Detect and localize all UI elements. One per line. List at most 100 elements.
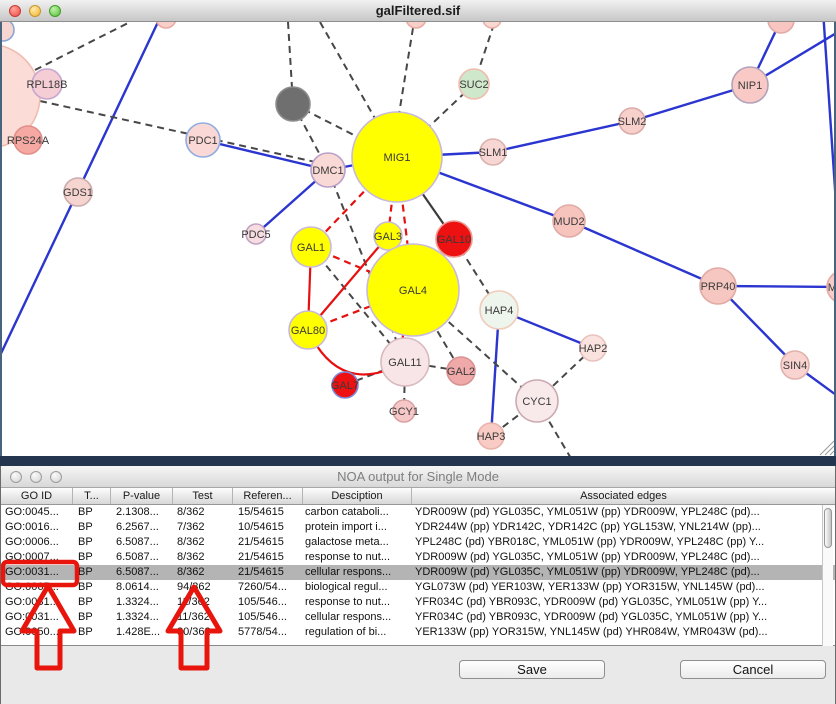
network-graph[interactable]: RPL18BRPS24AGDS1PDC1SUC2MIG1SLM1DMC1PDC5… [2, 22, 834, 456]
cell-reference: 21/54615 [233, 535, 303, 550]
table-row[interactable]: GO:0050...BP1.428E...80/3625778/54...reg… [1, 625, 835, 640]
node-label-SIN4: SIN4 [783, 360, 807, 372]
cell-go_id: GO:0031... [1, 610, 73, 625]
noa-window: NOA output for Single Mode GO IDT...P-va… [0, 466, 836, 704]
network-window-titlebar: galFiltered.sif [0, 0, 836, 22]
cell-p_value: 6.2567... [111, 520, 173, 535]
cell-go_id: GO:0065... [1, 580, 73, 595]
column-header-test[interactable]: Test [173, 488, 233, 504]
column-header-go_id[interactable]: GO ID [1, 488, 73, 504]
node-top-pink-3[interactable] [483, 22, 501, 28]
scrollbar-thumb[interactable] [824, 508, 832, 548]
resize-grip[interactable] [830, 451, 834, 455]
node-label-GAL80: GAL80 [291, 325, 325, 337]
node-label-HAP4: HAP4 [485, 305, 514, 317]
cell-p_value: 6.5087... [111, 565, 173, 580]
cell-edges: YDR009W (pd) YGL035C, YML051W (pp) YDR00… [412, 565, 835, 580]
table-row[interactable]: GO:0031...BP1.3324...11/362105/546...cel… [1, 610, 835, 625]
cell-edges: YDR009W (pd) YGL035C, YML051W (pp) YDR00… [412, 505, 835, 520]
cell-p_value: 1.3324... [111, 595, 173, 610]
cell-test: 8/362 [173, 550, 233, 565]
cell-p_value: 8.0614... [111, 580, 173, 595]
cell-go_id: GO:0050... [1, 625, 73, 640]
cell-reference: 5778/54... [233, 625, 303, 640]
cell-test: 8/362 [173, 535, 233, 550]
node-corner-node[interactable] [2, 22, 14, 41]
table-row[interactable]: GO:0031...BP1.3324...11/362105/546...res… [1, 595, 835, 610]
network-window-bottom-border [0, 456, 836, 466]
network-canvas[interactable]: RPL18BRPS24AGDS1PDC1SUC2MIG1SLM1DMC1PDC5… [0, 22, 836, 456]
cell-description: cellular respons... [303, 565, 412, 580]
edge-blue [203, 140, 328, 170]
cell-test: 11/362 [173, 610, 233, 625]
node-label-CYC1: CYC1 [522, 396, 551, 408]
node-label-GAL10: GAL10 [437, 234, 471, 246]
resize-grip[interactable] [825, 446, 834, 455]
edge-blue [569, 221, 718, 286]
cell-type: BP [73, 625, 111, 640]
cell-type: BP [73, 595, 111, 610]
cell-p_value: 6.5087... [111, 550, 173, 565]
node-label-GCY1: GCY1 [389, 406, 419, 418]
node-label-GAL2: GAL2 [447, 366, 475, 378]
node-top-pink-2[interactable] [406, 22, 426, 28]
node-label-SLM1: SLM1 [479, 147, 508, 159]
cancel-button[interactable]: Cancel [680, 660, 826, 679]
cell-reference: 21/54615 [233, 550, 303, 565]
cell-description: biological regul... [303, 580, 412, 595]
cell-type: BP [73, 610, 111, 625]
table-row[interactable]: GO:0016...BP6.2567...7/36210/54615protei… [1, 520, 835, 535]
cell-edges: YFR034C (pd) YBR093C, YDR009W (pd) YGL03… [412, 595, 835, 610]
column-header-reference[interactable]: Referen... [233, 488, 303, 504]
table-row-selected[interactable]: GO:0031...BP6.5087...8/36221/54615cellul… [1, 565, 835, 580]
cell-test: 7/362 [173, 520, 233, 535]
cell-go_id: GO:0016... [1, 520, 73, 535]
node-label-GAL11: GAL11 [388, 357, 421, 369]
table-row[interactable]: GO:0045...BP2.1308...8/36215/54615carbon… [1, 505, 835, 520]
cell-go_id: GO:0031... [1, 565, 73, 580]
screen: galFiltered.sif RPL18BRPS24AGDS1PDC1SUC2… [0, 0, 836, 704]
cell-go_id: GO:0045... [1, 505, 73, 520]
cell-description: protein import i... [303, 520, 412, 535]
node-dark-node[interactable] [276, 87, 310, 121]
node-label-RPL18B: RPL18B [27, 79, 68, 91]
column-header-p_value[interactable]: P-value [111, 488, 173, 504]
table-header: GO IDT...P-valueTestReferen...Desciption… [1, 488, 835, 505]
vertical-scrollbar[interactable] [822, 505, 833, 646]
cell-edges: YER133W (pp) YOR315W, YNL145W (pd) YHR08… [412, 625, 835, 640]
node-top-right-pink[interactable] [768, 22, 794, 33]
cell-type: BP [73, 550, 111, 565]
column-header-description[interactable]: Desciption [303, 488, 412, 504]
cell-edges: YGL073W (pd) YER103W, YER133W (pp) YOR31… [412, 580, 835, 595]
cell-description: regulation of bi... [303, 625, 412, 640]
node-label-PDC5: PDC5 [241, 229, 270, 241]
node-label-HAP3: HAP3 [477, 431, 506, 443]
cell-edges: YFR034C (pd) YBR093C, YDR009W (pd) YGL03… [412, 610, 835, 625]
node-label-HAP2: HAP2 [579, 343, 608, 355]
cell-type: BP [73, 535, 111, 550]
node-top-pink-1[interactable] [156, 22, 176, 28]
node-label-MSN5: MSN5 [828, 282, 834, 294]
cell-reference: 15/54615 [233, 505, 303, 520]
node-label-RPS24A: RPS24A [7, 135, 50, 147]
save-button[interactable]: Save [459, 660, 605, 679]
node-label-NIP1: NIP1 [738, 80, 762, 92]
node-label-GDS1: GDS1 [63, 187, 93, 199]
table-row[interactable]: GO:0065...BP8.0614...94/3627260/54...bio… [1, 580, 835, 595]
column-header-type[interactable]: T... [73, 488, 111, 504]
node-label-PDC1: PDC1 [188, 135, 217, 147]
table-row[interactable]: GO:0007...BP6.5087...8/36221/54615respon… [1, 550, 835, 565]
edge-blue [823, 22, 834, 278]
cell-test: 8/362 [173, 505, 233, 520]
column-header-edges[interactable]: Associated edges [412, 488, 835, 504]
edge-blue [493, 121, 632, 152]
cell-test: 80/362 [173, 625, 233, 640]
cell-type: BP [73, 505, 111, 520]
table-row[interactable]: GO:0006...BP6.5087...8/36221/54615galact… [1, 535, 835, 550]
noa-window-titlebar: NOA output for Single Mode [1, 466, 835, 488]
node-label-GAL7: GAL7 [331, 380, 359, 392]
node-label-MIG1: MIG1 [384, 152, 411, 164]
node-label-GAL4: GAL4 [399, 285, 427, 297]
node-label-GAL1: GAL1 [297, 242, 325, 254]
edge-dash [399, 28, 413, 114]
